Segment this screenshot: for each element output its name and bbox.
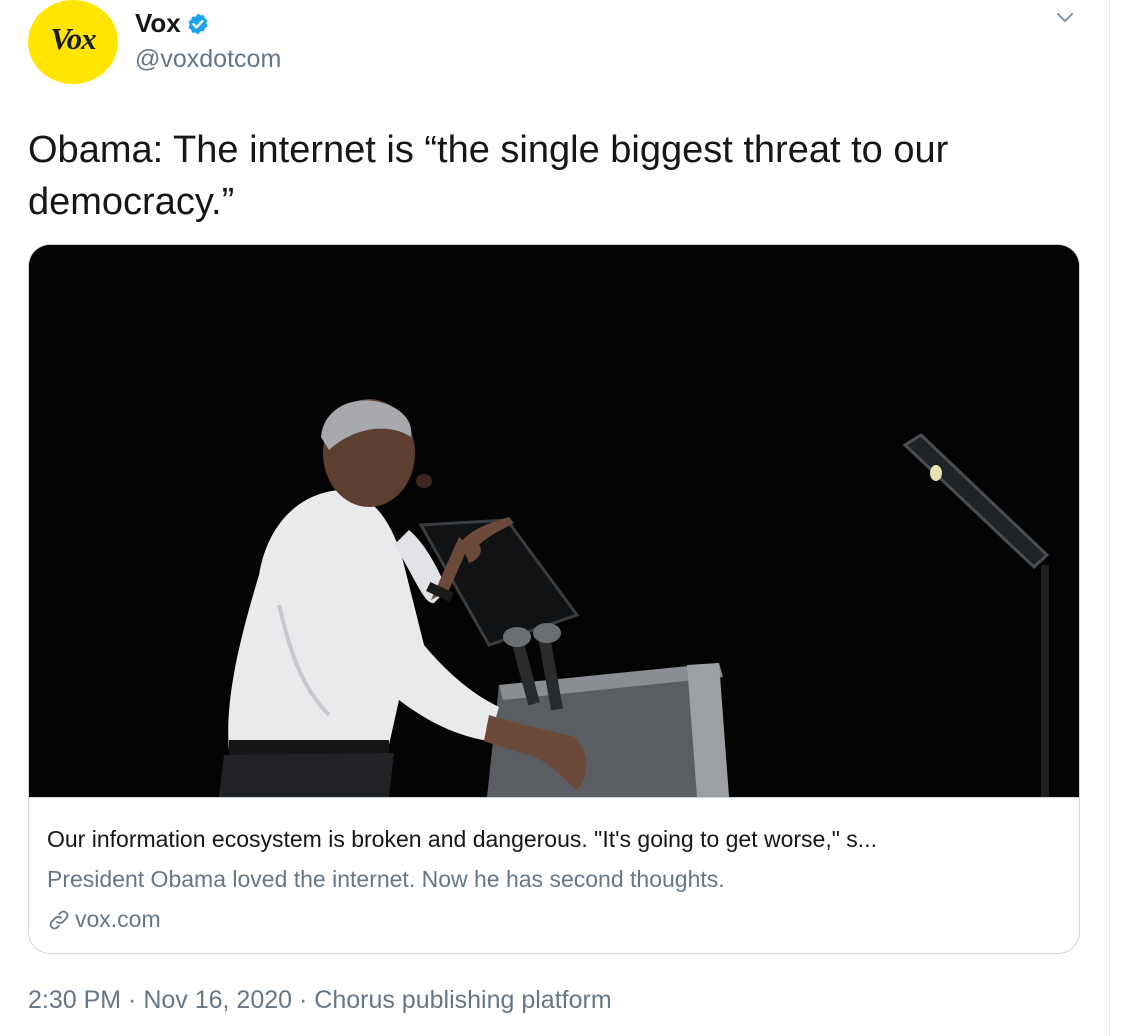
verified-badge-icon: [188, 13, 208, 34]
link-card[interactable]: Our information ecosystem is broken and …: [28, 244, 1080, 954]
tweet-time[interactable]: 2:30 PM: [28, 986, 121, 1015]
meta-separator: ·: [121, 986, 144, 1014]
tweet-date[interactable]: Nov 16, 2020: [143, 986, 292, 1015]
timeline-border: [1109, 0, 1110, 1036]
tweet-text: Obama: The internet is “the single bigge…: [28, 129, 949, 223]
speaker-photo: [29, 245, 1079, 797]
tweet-source[interactable]: Chorus publishing platform: [314, 986, 611, 1015]
card-title: Our information ecosystem is broken and …: [47, 826, 877, 852]
card-image[interactable]: [29, 245, 1079, 797]
card-description: President Obama loved the internet. Now …: [47, 866, 725, 892]
author-handle[interactable]: @voxdotcom: [135, 45, 281, 74]
avatar[interactable]: Vox: [28, 0, 118, 84]
author-name-text: Vox: [135, 8, 181, 38]
card-domain[interactable]: vox.com: [47, 906, 161, 933]
tweet-metadata: 2:30 PM · Nov 16, 2020 · Chorus publishi…: [28, 986, 612, 1015]
link-icon: [49, 910, 69, 929]
chevron-down-icon[interactable]: [1054, 6, 1076, 28]
card-domain-text: vox.com: [75, 906, 161, 932]
card-body[interactable]: Our information ecosystem is broken and …: [29, 797, 1079, 932]
author-display-name[interactable]: Vox: [135, 8, 210, 39]
avatar-logo-text: Vox: [50, 21, 96, 56]
meta-separator: ·: [292, 986, 315, 1014]
